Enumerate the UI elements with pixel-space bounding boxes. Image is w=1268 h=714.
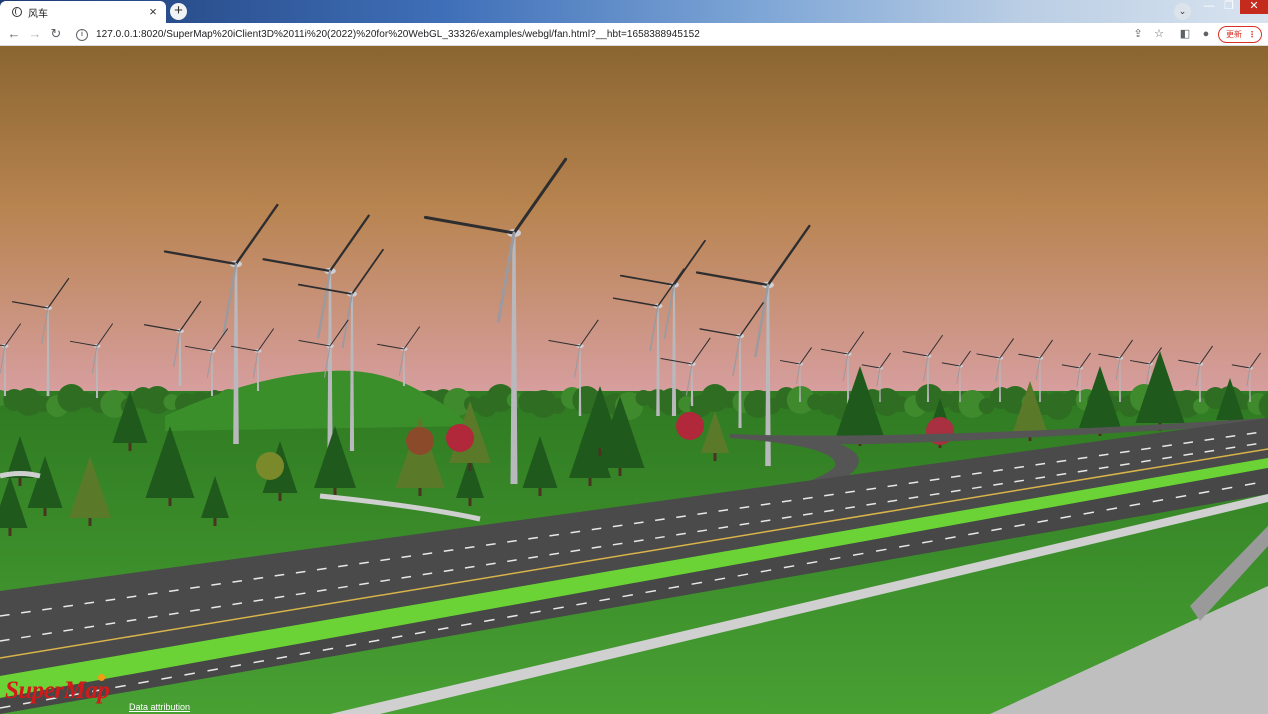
bush xyxy=(406,427,434,455)
profile-icon[interactable]: ● xyxy=(1199,27,1213,41)
update-label: 更新 xyxy=(1226,30,1242,39)
address-bar[interactable]: i 127.0.0.1:8020/SuperMap%20iClient3D%20… xyxy=(72,25,1124,44)
close-tab-icon[interactable]: × xyxy=(146,5,160,19)
scene-viewport[interactable]: SuperMap Data attribution xyxy=(0,46,1268,714)
data-attribution-link[interactable]: Data attribution xyxy=(129,702,190,712)
bookmark-star-icon[interactable]: ☆ xyxy=(1152,27,1166,41)
share-icon[interactable]: ⇪ xyxy=(1131,27,1145,41)
close-window-icon[interactable]: ✕ xyxy=(1240,0,1268,14)
reload-icon[interactable]: ↻ xyxy=(48,26,64,42)
minimize-icon[interactable]: — xyxy=(1198,0,1220,14)
tab-strip: 风车 × + ⌄ — ❐ ✕ xyxy=(0,0,1268,23)
update-button[interactable]: 更新 ⋮ xyxy=(1218,26,1262,43)
new-tab-button[interactable]: + xyxy=(170,3,187,20)
sky xyxy=(0,46,1268,406)
menu-icon[interactable]: ⋮ xyxy=(1248,27,1256,42)
side-panel-icon[interactable]: ◧ xyxy=(1178,27,1192,41)
browser-toolbar: ← → ↻ i 127.0.0.1:8020/SuperMap%20iClien… xyxy=(0,23,1268,46)
maximize-icon[interactable]: ❐ xyxy=(1218,0,1240,14)
tab-search-icon[interactable]: ⌄ xyxy=(1174,3,1191,20)
info-icon[interactable]: i xyxy=(76,28,88,41)
globe-icon xyxy=(12,7,22,17)
tab-title: 风车 xyxy=(28,8,48,20)
browser-tab[interactable]: 风车 × xyxy=(0,1,166,23)
bush xyxy=(256,452,284,480)
url-text[interactable]: 127.0.0.1:8020/SuperMap%20iClient3D%2011… xyxy=(96,29,700,40)
3d-scene-canvas[interactable] xyxy=(0,46,1268,714)
back-arrow-icon[interactable]: ← xyxy=(6,26,22,42)
bush xyxy=(676,412,704,440)
bush xyxy=(446,424,474,452)
supermap-logo: SuperMap xyxy=(5,677,110,704)
forward-arrow-icon[interactable]: → xyxy=(27,26,43,42)
